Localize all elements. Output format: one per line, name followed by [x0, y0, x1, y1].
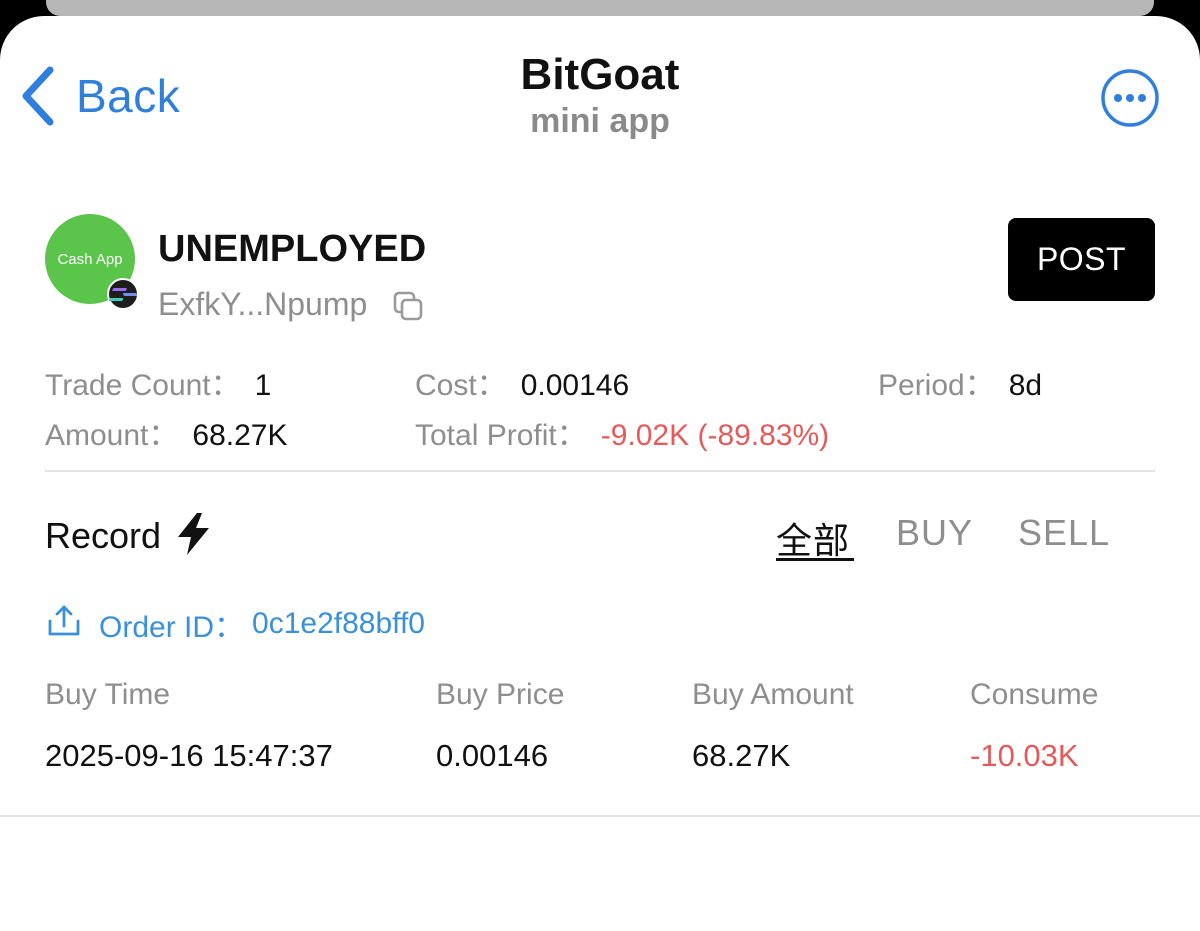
amount-value: 68.27K	[192, 419, 288, 452]
tab-sell[interactable]: SELL	[1018, 512, 1110, 554]
more-options-icon	[1100, 69, 1160, 132]
column-header-consume: Consume	[970, 678, 1099, 711]
amount-label: Amount：	[45, 419, 179, 452]
order-id-link[interactable]: Order ID： 0c1e2f88bff0	[47, 604, 425, 644]
app-subtitle: mini app	[530, 102, 670, 140]
trade-count-value: 1	[254, 369, 272, 402]
period-label: Period：	[878, 369, 995, 402]
stat-total-profit: Total Profit： -9.02K (-89.83%)	[415, 410, 829, 454]
post-button[interactable]: POST	[1008, 218, 1155, 301]
order-id-label: Order ID：	[99, 611, 245, 644]
stat-trade-count: Trade Count： 1	[45, 360, 271, 404]
post-button-label: POST	[1036, 241, 1127, 277]
section-divider	[45, 470, 1155, 472]
stat-amount: Amount： 68.27K	[45, 410, 287, 454]
column-header-buy-time: Buy Time	[45, 678, 171, 711]
tab-buy[interactable]: BUY	[896, 512, 973, 554]
cell-buy-price: 0.00146	[436, 738, 549, 773]
cell-buy-time: 2025-09-16 15:47:37	[45, 738, 333, 773]
token-name: UNEMPLOYED	[158, 228, 427, 270]
solana-icon	[107, 278, 139, 310]
cost-value: 0.00146	[520, 369, 630, 402]
more-options-button[interactable]	[1100, 68, 1160, 128]
tab-all[interactable]: 全部	[776, 512, 850, 564]
active-tab-indicator	[776, 558, 854, 561]
total-profit-value: -9.02K (-89.83%)	[600, 419, 830, 452]
record-header: Record	[45, 510, 213, 562]
cost-label: Cost：	[415, 369, 507, 402]
record-label: Record	[45, 515, 162, 556]
lightning-icon	[175, 512, 213, 561]
stat-cost: Cost： 0.00146	[415, 360, 629, 404]
sheet-handle	[46, 0, 1154, 16]
avatar-text: Cash App	[57, 250, 123, 268]
token-address: ExfkY...Npump	[158, 286, 368, 322]
stat-period: Period： 8d	[878, 360, 1042, 404]
mini-app-sheet: Back BitGoat mini app Cash App UNEMPLOYE…	[0, 16, 1200, 931]
period-value: 8d	[1008, 369, 1043, 402]
cell-buy-amount: 68.27K	[692, 738, 791, 773]
order-id-value: 0c1e2f88bff0	[252, 607, 425, 640]
total-profit-label: Total Profit：	[415, 419, 587, 452]
copy-address-button[interactable]	[392, 290, 424, 322]
app-title: BitGoat	[520, 50, 680, 99]
trade-count-label: Trade Count：	[45, 369, 241, 402]
list-bottom-divider	[0, 815, 1200, 817]
column-header-buy-amount: Buy Amount	[692, 678, 854, 711]
share-upload-icon	[47, 603, 81, 645]
column-header-buy-price: Buy Price	[436, 678, 565, 711]
copy-icon	[392, 291, 424, 326]
cell-consume: -10.03K	[970, 738, 1079, 773]
